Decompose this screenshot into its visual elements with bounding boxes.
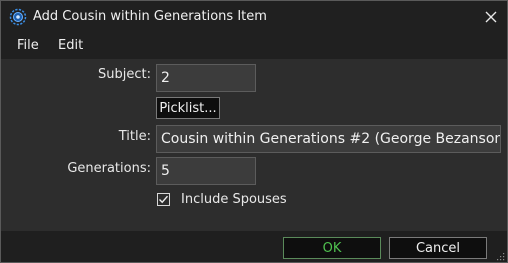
window-title: Add Cousin within Generations Item [33,9,267,24]
checkmark-icon [159,195,169,204]
title-input[interactable]: Cousin within Generations #2 (George Bez… [156,125,501,153]
menu-edit[interactable]: Edit [58,38,83,53]
generations-label: Generations: [67,161,151,176]
dialog-window: Add Cousin within Generations Item File … [0,0,508,263]
title-label: Title: [118,129,151,144]
resize-grip-icon[interactable] [495,250,505,261]
picklist-button[interactable]: Picklist... [156,97,220,119]
subject-label: Subject: [98,67,151,82]
include-spouses-label: Include Spouses [181,192,287,207]
menu-file[interactable]: File [17,38,39,53]
gear-app-icon [9,8,27,26]
generations-input[interactable]: 5 [156,157,256,185]
form-panel: Subject: 2 Picklist... Title: Cousin wit… [1,59,507,231]
ok-button[interactable]: OK [283,237,381,259]
close-icon[interactable] [479,5,503,29]
subject-input[interactable]: 2 [156,64,256,92]
button-bar: OK Cancel [1,231,507,262]
include-spouses-checkbox[interactable] [157,193,170,206]
cancel-button[interactable]: Cancel [389,237,487,259]
title-bar[interactable]: Add Cousin within Generations Item [1,1,507,33]
menu-bar: File Edit [1,33,507,59]
